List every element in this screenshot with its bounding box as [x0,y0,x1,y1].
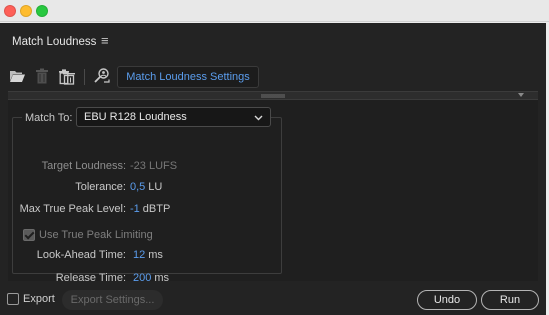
zoom-window-button[interactable] [36,5,48,17]
export-label: Export [23,293,55,305]
panel-header: Match Loudness ≡ [0,23,546,59]
max-true-peak-label: Max True Peak Level: [19,203,126,215]
look-ahead-field[interactable]: 12 ms [133,249,163,261]
tolerance-field[interactable]: 0,5 LU [130,181,162,193]
folder-open-icon[interactable] [8,67,26,85]
panel-menu-icon[interactable]: ≡ [101,34,109,48]
target-loudness-label: Target Loudness: [41,160,126,172]
window-titlebar [0,0,549,22]
panel-divider-strip[interactable] [8,91,538,100]
resize-grip-icon[interactable] [261,94,285,98]
match-loudness-window: Match Loudness ≡ Match Loudness Settings… [0,23,546,315]
max-true-peak-field[interactable]: -1 dBTP [130,203,170,215]
run-button[interactable]: Run [481,290,539,310]
target-loudness-value: -23 LUFS [130,160,178,172]
match-to-label: Match To: [22,112,76,124]
match-to-dropdown[interactable]: EBU R128 Loudness [76,107,271,127]
chevron-down-icon[interactable] [518,93,524,97]
panel-title: Match Loudness [12,36,97,48]
use-true-peak-checkbox[interactable] [23,229,35,241]
look-ahead-value[interactable]: 12 [133,249,145,261]
match-to-value: EBU R128 Loudness [84,111,187,123]
tab-match-loudness-settings[interactable]: Match Loudness Settings [117,66,259,88]
export-checkbox[interactable] [7,293,19,305]
look-ahead-unit: ms [148,249,163,261]
settings-content: Match To: EBU R128 Loudness Target Loudn… [8,100,538,284]
use-true-peak-label: Use True Peak Limiting [39,229,153,241]
search-person-icon[interactable] [93,67,111,85]
tolerance-unit: LU [148,181,163,193]
max-true-peak-unit: dBTP [142,203,171,215]
panel-footer: Export Export Settings... Undo Run [0,281,546,315]
chevron-down-icon [254,115,263,121]
undo-button[interactable]: Undo [417,290,477,310]
trash-all-icon[interactable] [58,67,76,85]
tolerance-value[interactable]: 0,5 [130,181,145,193]
close-window-button[interactable] [4,5,16,17]
look-ahead-label: Look-Ahead Time: [36,249,126,261]
export-settings-button[interactable]: Export Settings... [62,290,163,310]
tolerance-label: Tolerance: [75,181,126,193]
toolbar-separator [84,69,85,85]
max-true-peak-value[interactable]: -1 [130,203,140,215]
minimize-window-button[interactable] [20,5,32,17]
toolbar: Match Loudness Settings [0,59,546,91]
trash-icon[interactable] [33,67,51,85]
